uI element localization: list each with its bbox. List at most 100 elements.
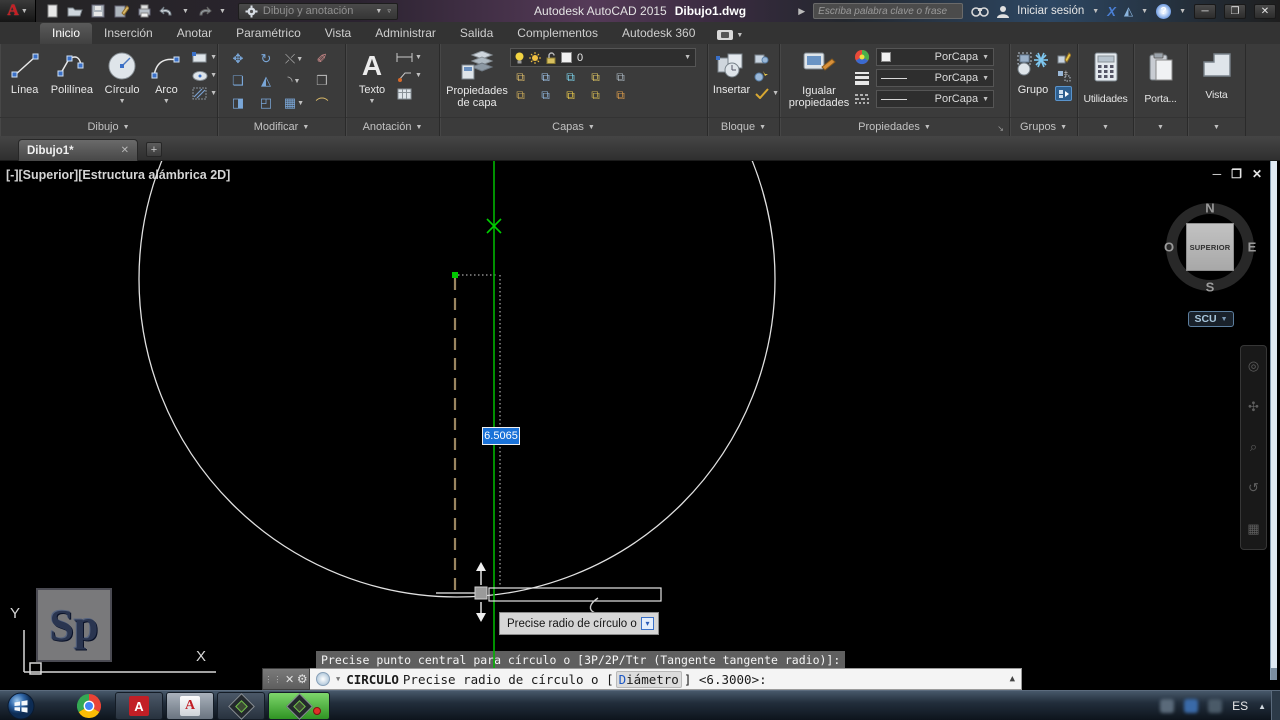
wrench-icon[interactable]: ⚙ <box>297 672 308 686</box>
language-indicator[interactable]: ES <box>1232 699 1248 713</box>
tooltip-options-icon[interactable]: ▾ <box>641 617 654 630</box>
close-button[interactable]: ✕ <box>1254 3 1276 19</box>
zoom-icon[interactable]: ⌕ <box>1250 439 1257 455</box>
tray-icon[interactable] <box>1208 699 1223 713</box>
undo-button[interactable] <box>159 4 175 19</box>
layer-properties-button[interactable]: Propiedades de capa <box>444 44 510 116</box>
taskbar-autocad-button[interactable]: A <box>166 692 214 720</box>
tab-anotar[interactable]: Anotar <box>165 23 224 44</box>
autodesk360-icon[interactable]: ◭ <box>1124 4 1133 18</box>
command-input[interactable]: ▼ CIRCULO Precise radio de círculo o [ D… <box>310 668 1022 690</box>
rectangle-tool-icon[interactable] <box>191 50 208 65</box>
panel-vista[interactable]: Vista ▼ <box>1188 44 1246 136</box>
redo-button[interactable] <box>196 4 212 19</box>
text-button[interactable]: A Texto ▼ <box>352 44 392 116</box>
viewcube-south[interactable]: S <box>1206 280 1215 295</box>
workspace-switcher[interactable]: Dibujo y anotación ▼ ▿ <box>237 2 398 20</box>
layer-unlock-icon[interactable] <box>546 51 556 64</box>
new-file-button[interactable] <box>44 4 60 19</box>
viewcube-face-top[interactable]: SUPERIOR <box>1186 223 1234 271</box>
command-bar-grip[interactable]: ⋮⋮ ✕ ⚙ <box>262 668 310 690</box>
viewcube-west[interactable]: O <box>1164 240 1174 255</box>
fillet-button[interactable]: ◝ ▼ <box>280 70 308 92</box>
explode-button[interactable]: ❒ <box>308 70 336 92</box>
group-selection-toggle[interactable] <box>1055 86 1072 101</box>
command-badge-icon[interactable] <box>316 672 330 686</box>
chevron-down-icon[interactable]: ▼ <box>772 90 779 97</box>
tab-parametrico[interactable]: Paramétrico <box>224 23 313 44</box>
insert-block-button[interactable]: Insertar <box>710 44 753 116</box>
chevron-down-icon[interactable]: ▼ <box>210 72 217 79</box>
search-input[interactable] <box>813 3 964 19</box>
app-menu-button[interactable]: A ▼ <box>0 0 36 22</box>
rotate-button[interactable]: ↻ <box>252 48 280 70</box>
layer-freeze-icon[interactable]: ⧉ <box>562 70 579 85</box>
leader-icon[interactable] <box>396 68 413 83</box>
viewport-controls-label[interactable]: [-][Superior][Estructura alámbrica 2D] <box>6 168 230 182</box>
linetype-dropdown[interactable]: PorCapa ▼ <box>876 90 994 108</box>
show-desktop-button[interactable] <box>1271 691 1280 720</box>
pan-icon[interactable]: ✣ <box>1248 399 1259 415</box>
chevron-down-icon[interactable]: ▼ <box>119 98 126 105</box>
showmotion-icon[interactable]: ▦ <box>1247 521 1259 537</box>
object-color-dropdown[interactable]: PorCapa ▼ <box>876 48 994 66</box>
chevron-down-icon[interactable]: ▼ <box>1092 8 1099 15</box>
ellipse-tool-icon[interactable] <box>191 68 208 83</box>
panel-label-capas[interactable]: Capas ▼ <box>440 117 707 136</box>
viewport-restore-icon[interactable]: ❐ <box>1231 167 1242 181</box>
close-icon[interactable]: ✕ <box>121 145 129 156</box>
close-icon[interactable]: ✕ <box>285 673 294 686</box>
match-properties-button[interactable]: Igualar propiedades <box>784 44 854 116</box>
array-button[interactable]: ▦ ▼ <box>280 92 308 114</box>
navigation-bar[interactable]: ◎ ✣ ⌕ ↺ ▦ <box>1240 345 1267 550</box>
block-create-icon[interactable] <box>753 68 770 83</box>
lineweight-icon[interactable] <box>854 71 870 85</box>
block-edit-icon[interactable] <box>753 50 770 65</box>
panel-label-vista[interactable]: ▼ <box>1188 117 1245 136</box>
drawing-area[interactable]: [-][Superior][Estructura alámbrica 2D] ─… <box>0 161 1280 690</box>
move-button[interactable]: ✥ <box>224 48 252 70</box>
panel-label-propiedades[interactable]: Propiedades ▼ ↘ <box>780 117 1009 136</box>
trim-button[interactable]: ⤬ ▼ <box>280 48 308 70</box>
panel-label-portapapeles[interactable]: ▼ <box>1134 117 1187 136</box>
tab-administrar[interactable]: Administrar <box>363 23 448 44</box>
line-button[interactable]: Línea <box>4 44 45 116</box>
restore-button[interactable]: ❐ <box>1224 3 1246 19</box>
exchange-apps-icon[interactable]: X <box>1107 4 1116 19</box>
minimize-button[interactable]: ─ <box>1194 3 1216 19</box>
layer-match-icon[interactable]: ⧉ <box>612 70 629 85</box>
chevron-down-icon[interactable]: ▼ <box>684 54 691 61</box>
tab-insercion[interactable]: Inserción <box>92 23 165 44</box>
hatch-tool-icon[interactable] <box>191 86 208 101</box>
layer-dropdown[interactable]: 0 ▼ <box>510 48 696 67</box>
viewport-close-icon[interactable]: ✕ <box>1252 167 1262 181</box>
panel-utilidades[interactable]: Utilidades ▼ <box>1078 44 1134 136</box>
panel-label-dibujo[interactable]: Dibujo ▼ <box>0 117 217 136</box>
ucs-dropdown-badge[interactable]: SCU ▼ <box>1188 311 1234 327</box>
chevron-down-icon[interactable]: ▼ <box>294 78 301 85</box>
help-icon[interactable]: ? <box>1156 3 1172 19</box>
scrollbar-thumb[interactable] <box>1271 668 1277 680</box>
taskbar-capture-button[interactable] <box>217 692 265 720</box>
chevron-down-icon[interactable]: ▼ <box>163 98 170 105</box>
undo-dropdown[interactable]: ▼ <box>182 8 189 15</box>
arc-button[interactable]: Arco ▼ <box>148 44 185 116</box>
panel-label-modificar[interactable]: Modificar ▼ <box>218 117 345 136</box>
lineweight-dropdown[interactable]: PorCapa ▼ <box>876 69 994 87</box>
save-as-button[interactable] <box>113 4 129 19</box>
layer-unisolate-icon[interactable]: ⧉ <box>512 88 529 103</box>
dialog-launcher-icon[interactable]: ↘ <box>997 124 1004 133</box>
taskbar-recorder-button[interactable] <box>268 692 330 720</box>
panel-portapapeles[interactable]: Porta... ▼ <box>1134 44 1188 136</box>
search-binoculars-icon[interactable] <box>971 5 989 18</box>
linetype-icon[interactable] <box>854 93 870 105</box>
panel-label-utilidades[interactable]: ▼ <box>1078 117 1133 136</box>
offset-button[interactable]: ⌒ <box>308 92 336 114</box>
circle-button[interactable]: Círculo ▼ <box>98 44 145 116</box>
erase-button[interactable]: ✐ <box>308 48 336 70</box>
stretch-button[interactable]: ◨ <box>224 92 252 114</box>
block-attributes-icon[interactable] <box>753 86 770 101</box>
layer-thaw-all-icon[interactable]: ⧉ <box>562 88 579 103</box>
chevron-down-icon[interactable]: ▼ <box>369 98 376 105</box>
panel-label-bloque[interactable]: Bloque ▼ <box>708 117 779 136</box>
